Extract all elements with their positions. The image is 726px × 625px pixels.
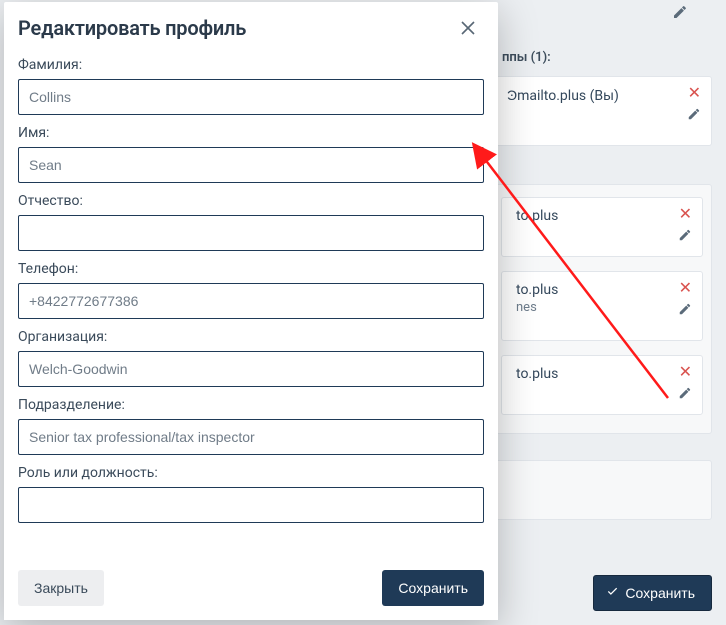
- dept-input[interactable]: [18, 419, 484, 455]
- modal-overlay: Редактировать профиль Фамилия: Имя: Отче…: [0, 0, 726, 625]
- firstname-group: Имя:: [18, 125, 484, 183]
- role-group: Роль или должность:: [18, 465, 484, 523]
- role-input[interactable]: [18, 487, 484, 523]
- role-label: Роль или должность:: [18, 465, 484, 481]
- lastname-input[interactable]: [18, 79, 484, 115]
- firstname-input[interactable]: [18, 147, 484, 183]
- lastname-group: Фамилия:: [18, 57, 484, 115]
- dept-label: Подразделение:: [18, 397, 484, 413]
- modal-footer: Закрыть Сохранить: [4, 558, 498, 620]
- phone-input[interactable]: [18, 283, 484, 319]
- phone-label: Телефон:: [18, 261, 484, 277]
- modal-header: Редактировать профиль: [4, 2, 498, 53]
- lastname-label: Фамилия:: [18, 57, 484, 73]
- phone-group: Телефон:: [18, 261, 484, 319]
- org-label: Организация:: [18, 329, 484, 345]
- patronymic-label: Отчество:: [18, 193, 484, 209]
- modal-body: Фамилия: Имя: Отчество: Телефон: Организ…: [4, 53, 498, 558]
- modal-title: Редактировать профиль: [18, 16, 246, 40]
- org-group: Организация:: [18, 329, 484, 387]
- patronymic-input[interactable]: [18, 215, 484, 251]
- firstname-label: Имя:: [18, 125, 484, 141]
- edit-profile-modal: Редактировать профиль Фамилия: Имя: Отче…: [4, 2, 498, 620]
- modal-close-btn[interactable]: Закрыть: [18, 570, 104, 606]
- dept-group: Подразделение:: [18, 397, 484, 455]
- org-input[interactable]: [18, 351, 484, 387]
- modal-close-button[interactable]: [456, 16, 480, 43]
- patronymic-group: Отчество:: [18, 193, 484, 251]
- modal-save-btn[interactable]: Сохранить: [382, 570, 484, 606]
- close-icon: [458, 18, 478, 38]
